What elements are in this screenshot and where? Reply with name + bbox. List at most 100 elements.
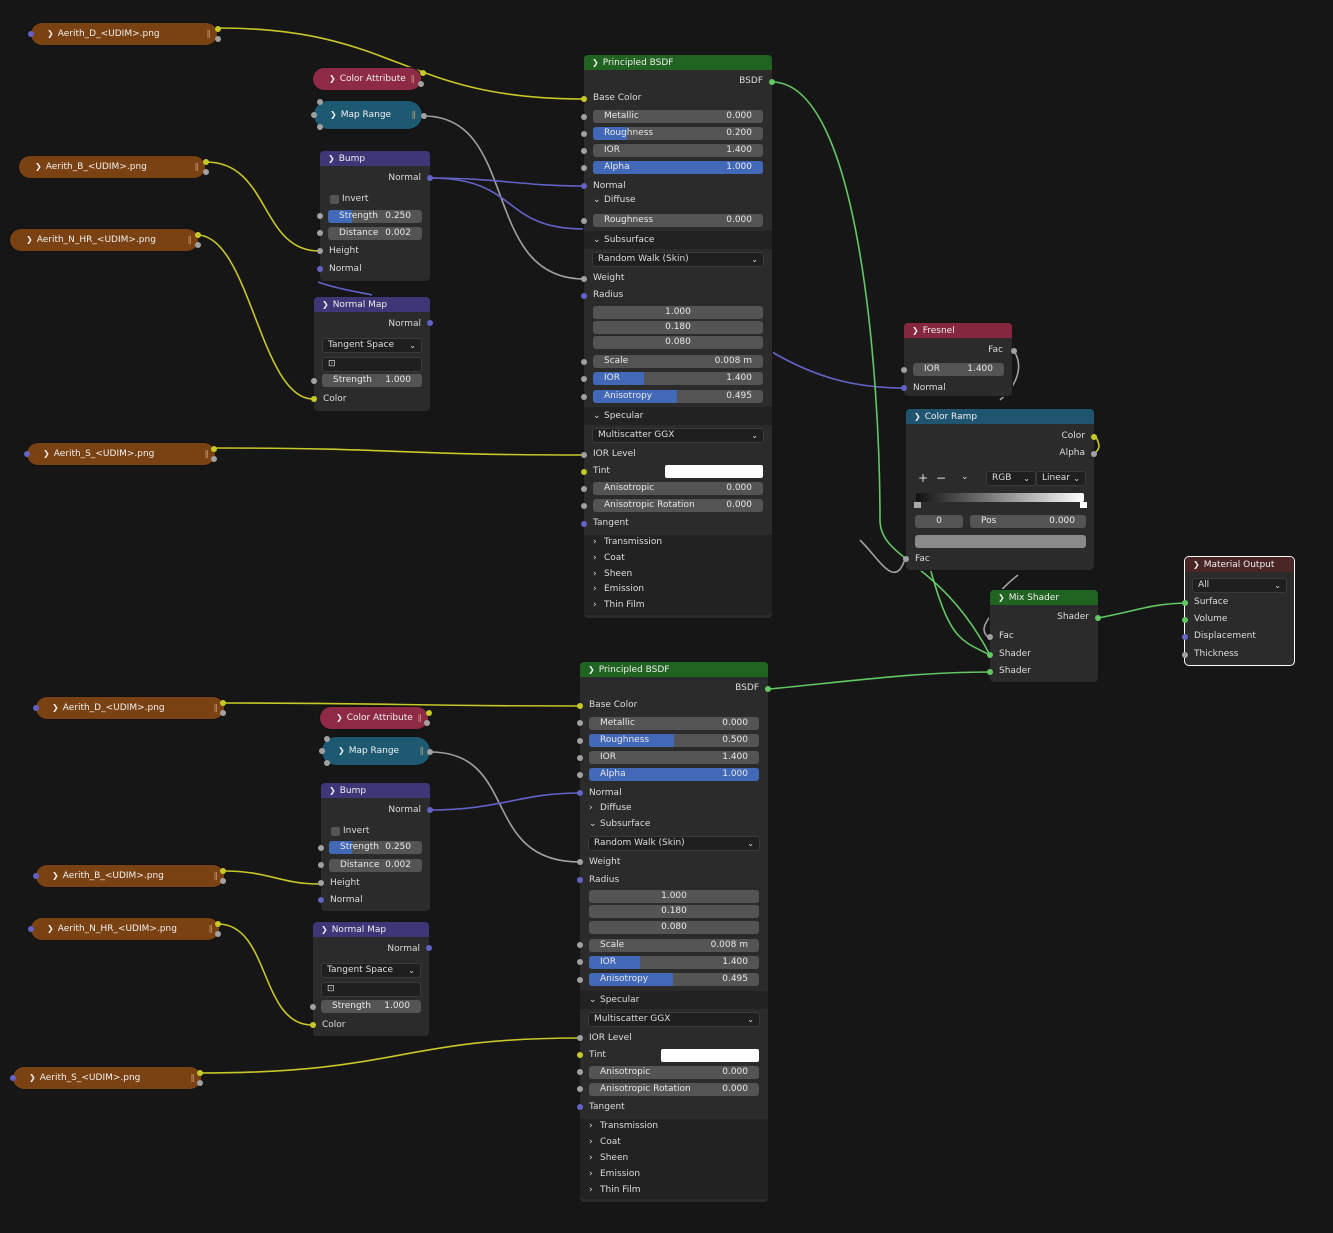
map-range-node-top[interactable]: ❯ Map Range || — [314, 101, 422, 129]
chevron-right-icon[interactable]: ❯ — [47, 924, 54, 933]
scale-socket[interactable] — [577, 942, 583, 948]
color-attribute-node-bottom[interactable]: ❯ Color Attribute || — [320, 707, 428, 729]
color-input-socket[interactable] — [311, 396, 317, 402]
distribution-dropdown[interactable]: Multiscatter GGX ⌄ — [588, 1012, 760, 1027]
color-output-socket[interactable] — [1091, 434, 1097, 440]
strength-slider[interactable]: Strength 0.250 — [328, 210, 422, 223]
strength-slider[interactable]: Strength 0.250 — [329, 841, 422, 854]
normal-output-socket[interactable] — [427, 320, 433, 326]
subsurface-panel-toggle[interactable]: ⌄ Subsurface — [580, 816, 768, 832]
image-texture-diffuse-bottom[interactable]: ❯ Aerith_D_<UDIM>.png || — [36, 697, 224, 719]
bsdf-output-socket[interactable] — [765, 686, 771, 692]
shader-output-socket[interactable] — [1095, 615, 1101, 621]
grip-icon[interactable]: || — [420, 737, 425, 765]
alpha-socket[interactable] — [220, 710, 226, 716]
thin-film-panel-toggle[interactable]: › Thin Film — [584, 597, 772, 613]
base-color-socket[interactable] — [581, 96, 587, 102]
subsurface-ior-slider[interactable]: IOR 1.400 — [589, 956, 759, 969]
grip-icon[interactable]: || — [412, 101, 417, 129]
fac-input-socket[interactable] — [903, 556, 909, 562]
weight-socket[interactable] — [581, 276, 587, 282]
radius-socket[interactable] — [581, 293, 587, 299]
color-socket[interactable] — [220, 868, 226, 874]
material-output-node[interactable]: ❯ Material Output All ⌄ Surface Volume Dis… — [1185, 557, 1294, 665]
uv-map-field[interactable]: ⊡ — [321, 982, 421, 997]
metallic-socket[interactable] — [577, 720, 583, 726]
roughness-slider[interactable]: Roughness 0.200 — [593, 127, 763, 140]
alpha-slider[interactable]: Alpha 1.000 — [593, 161, 763, 174]
normal-socket[interactable] — [581, 183, 587, 189]
shader-input-socket-1[interactable] — [987, 652, 993, 658]
normal-input-socket[interactable] — [318, 897, 324, 903]
diffuse-panel-toggle[interactable]: › Diffuse — [580, 800, 768, 816]
fresnel-node[interactable]: ❯ Fresnel Fac IOR 1.400 Normal — [904, 323, 1012, 396]
color-socket[interactable] — [220, 700, 226, 706]
chevron-right-icon[interactable]: ❯ — [43, 449, 50, 458]
image-texture-specular-bottom[interactable]: ❯ Aerith_S_<UDIM>.png || — [13, 1067, 201, 1089]
image-texture-bump-bottom[interactable]: ❯ Aerith_B_<UDIM>.png || — [36, 865, 224, 887]
color-socket[interactable] — [211, 446, 217, 452]
grip-icon[interactable]: || — [411, 68, 416, 90]
grip-icon[interactable]: || — [214, 865, 219, 887]
ramp-stop-black[interactable] — [914, 502, 921, 508]
vector-socket[interactable] — [33, 873, 39, 879]
ior-field[interactable]: IOR 1.400 — [593, 144, 763, 157]
alpha-socket[interactable] — [215, 931, 221, 937]
anisotropic-rotation-socket[interactable] — [581, 503, 587, 509]
specular-panel-toggle[interactable]: ⌄ Specular — [584, 408, 772, 424]
float-socket[interactable] — [317, 99, 323, 105]
anisotropic-socket[interactable] — [577, 1069, 583, 1075]
chevron-down-icon[interactable]: ❯ — [329, 783, 336, 798]
anisotropic-rotation-field[interactable]: Anisotropic Rotation 0.000 — [593, 499, 763, 512]
diffuse-roughness-socket[interactable] — [581, 218, 587, 224]
distance-socket[interactable] — [318, 862, 324, 868]
radius-y-field[interactable]: 0.180 — [593, 321, 763, 334]
grip-icon[interactable]: || — [214, 697, 219, 719]
ior-socket[interactable] — [581, 148, 587, 154]
diffuse-panel-toggle[interactable]: ⌄ Diffuse — [584, 192, 772, 208]
chevron-right-icon[interactable]: ❯ — [35, 162, 42, 171]
subsurface-method-dropdown[interactable]: Random Walk (Skin) ⌄ — [588, 836, 760, 851]
diffuse-roughness-field[interactable]: Roughness 0.000 — [593, 214, 763, 227]
subsurface-panel-toggle[interactable]: ⌄ Subsurface — [584, 232, 772, 248]
thickness-socket[interactable] — [1182, 652, 1188, 658]
grip-icon[interactable]: || — [418, 707, 423, 729]
vector-socket[interactable] — [28, 926, 34, 932]
strength-socket[interactable] — [317, 213, 323, 219]
color-socket[interactable] — [203, 159, 209, 165]
anisotropy-slider[interactable]: Anisotropy 0.495 — [589, 973, 759, 986]
color-input-socket[interactable] — [310, 1022, 316, 1028]
volume-socket[interactable] — [1182, 617, 1188, 623]
alpha-socket[interactable] — [220, 878, 226, 884]
chevron-right-icon[interactable]: ❯ — [47, 29, 54, 38]
target-dropdown[interactable]: All ⌄ — [1192, 578, 1287, 593]
image-texture-normal-top[interactable]: ❯ Aerith_N_HR_<UDIM>.png || — [10, 229, 198, 251]
chevron-down-icon[interactable]: ❯ — [592, 55, 599, 70]
color-attribute-node-top[interactable]: ❯ Color Attribute || — [313, 68, 421, 90]
radius-z-field[interactable]: 0.080 — [593, 336, 763, 349]
alpha-socket[interactable] — [581, 165, 587, 171]
anisotropy-socket[interactable] — [577, 977, 583, 983]
tangent-socket[interactable] — [577, 1104, 583, 1110]
ior-socket[interactable] — [577, 755, 583, 761]
float-socket[interactable] — [317, 124, 323, 130]
radius-x-field[interactable]: 1.000 — [589, 890, 759, 903]
alpha-socket[interactable] — [418, 81, 424, 87]
chevron-down-icon[interactable]: ❯ — [322, 297, 329, 312]
tint-color-swatch[interactable] — [661, 1049, 759, 1062]
chevron-down-icon[interactable]: ❯ — [328, 151, 335, 166]
emission-panel-toggle[interactable]: › Emission — [580, 1166, 768, 1182]
base-color-socket[interactable] — [577, 703, 583, 709]
chevron-down-icon[interactable]: ❯ — [912, 323, 919, 338]
weight-socket[interactable] — [577, 859, 583, 865]
anisotropic-rotation-socket[interactable] — [577, 1086, 583, 1092]
space-dropdown[interactable]: Tangent Space ⌄ — [321, 963, 421, 978]
chevron-right-icon[interactable]: ❯ — [52, 871, 59, 880]
map-range-node-bottom[interactable]: ❯ Map Range || — [322, 737, 430, 765]
mix-shader-node[interactable]: ❯ Mix Shader Shader Fac Shader Shader — [990, 590, 1098, 682]
subsurface-ior-socket[interactable] — [577, 959, 583, 965]
ior-level-socket[interactable] — [577, 1035, 583, 1041]
image-texture-specular-top[interactable]: ❯ Aerith_S_<UDIM>.png || — [27, 443, 215, 465]
ior-socket[interactable] — [901, 367, 907, 373]
anisotropy-slider[interactable]: Anisotropy 0.495 — [593, 390, 763, 403]
